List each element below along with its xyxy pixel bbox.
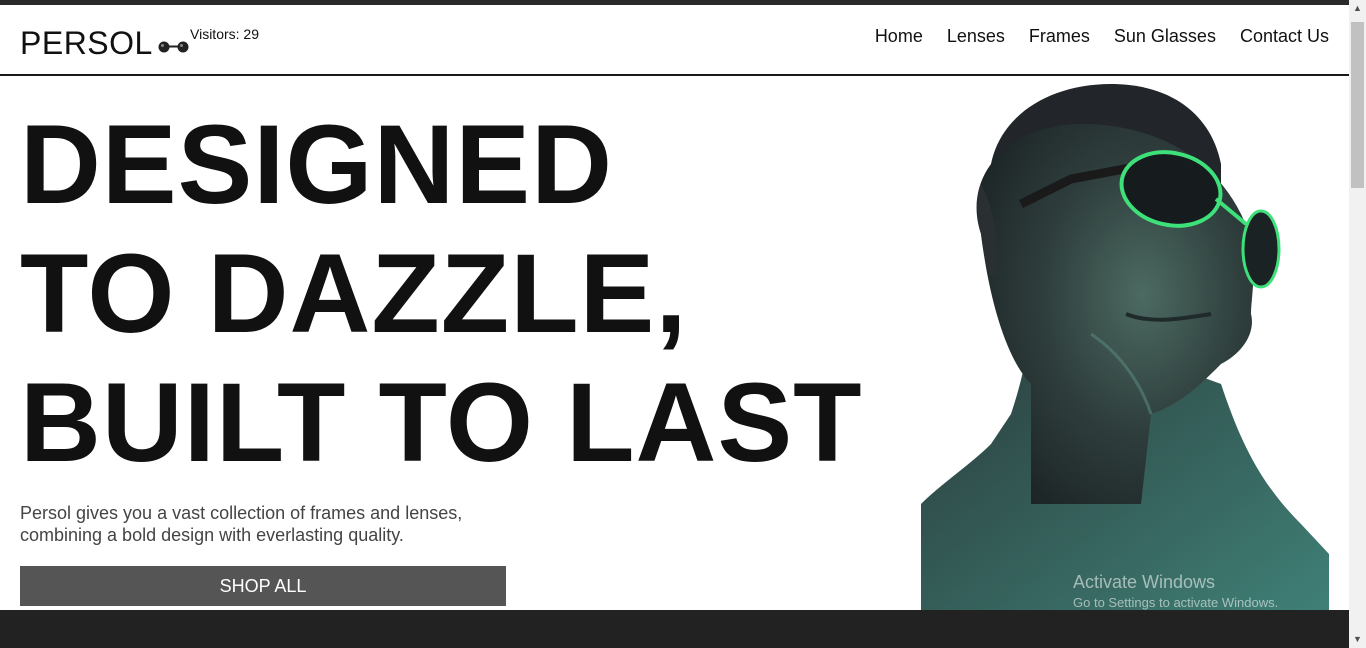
main-nav: Home Lenses Frames Sun Glasses Contact U… bbox=[851, 26, 1329, 47]
shop-all-button[interactable]: SHOP ALL bbox=[20, 566, 506, 606]
hero-description: Persol gives you a vast collection of fr… bbox=[20, 503, 463, 545]
scroll-up-arrow-icon[interactable]: ▲ bbox=[1349, 0, 1366, 17]
watermark-subtitle: Go to Settings to activate Windows. bbox=[1073, 595, 1279, 610]
watermark-title: Activate Windows bbox=[1073, 572, 1216, 592]
nav-contact-us[interactable]: Contact Us bbox=[1240, 26, 1329, 47]
hero-title-line: BUILT TO LAST bbox=[20, 360, 863, 485]
sunglasses-icon bbox=[158, 41, 189, 52]
scroll-down-arrow-icon[interactable]: ▼ bbox=[1349, 631, 1366, 648]
scroll-thumb[interactable] bbox=[1351, 22, 1364, 188]
hero-title-line: DESIGNED bbox=[20, 102, 613, 227]
footer-band bbox=[0, 610, 1349, 648]
nav-frames[interactable]: Frames bbox=[1029, 26, 1090, 47]
site-header: PERSOL Visitors: 29 Home Lenses Frames S… bbox=[0, 5, 1349, 76]
visitor-counter: Visitors: 29 bbox=[190, 26, 259, 42]
brand-name: PERSOL bbox=[20, 25, 153, 61]
nav-lenses[interactable]: Lenses bbox=[947, 26, 1005, 47]
hero-title-line: TO DAZZLE, bbox=[20, 231, 688, 356]
model-with-sunglasses-image bbox=[921, 84, 1329, 610]
brand-logo[interactable]: PERSOL bbox=[20, 25, 191, 62]
vertical-scrollbar[interactable]: ▲ ▼ bbox=[1349, 0, 1366, 648]
nav-sun-glasses[interactable]: Sun Glasses bbox=[1114, 26, 1216, 47]
nav-home[interactable]: Home bbox=[875, 26, 923, 47]
hero-title: DESIGNED TO DAZZLE, BUILT TO LAST bbox=[20, 100, 863, 487]
windows-activation-watermark: Activate Windows Go to Settings to activ… bbox=[1073, 572, 1278, 610]
